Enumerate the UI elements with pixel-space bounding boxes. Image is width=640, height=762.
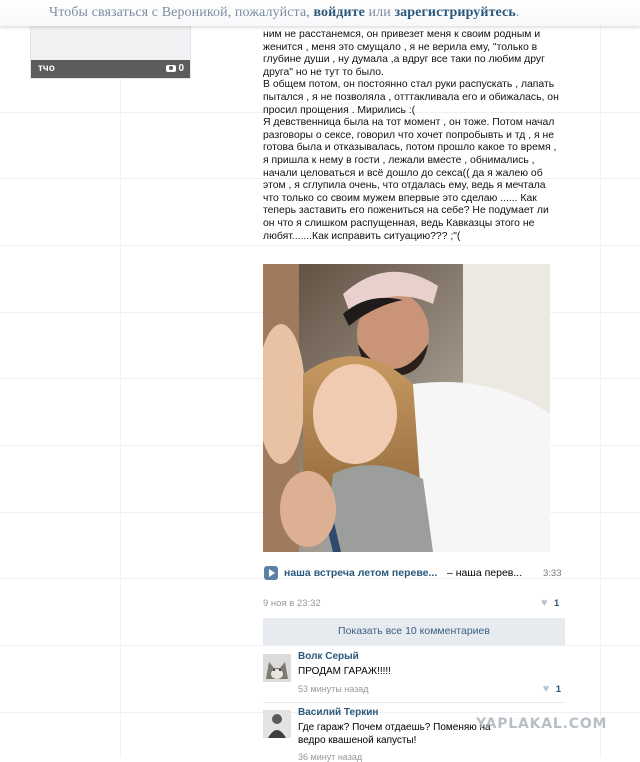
album-count: 0: [166, 60, 184, 78]
bg-rule: [120, 0, 121, 757]
banner-prefix: Чтобы связаться с Вероникой, пожалуйста,: [49, 5, 314, 20]
banner-suffix: .: [515, 5, 520, 20]
heart-icon: ♥: [542, 683, 550, 695]
login-link[interactable]: войдите: [313, 5, 364, 20]
post-date[interactable]: 9 ноя в 23:32: [263, 598, 321, 609]
post-text: ним не расстанемся, он привезет меня к с…: [263, 29, 563, 243]
comment-text: ПРОДАМ ГАРАЖ!!!!!: [298, 666, 391, 677]
selfie-photo: [263, 264, 550, 552]
audio-title[interactable]: наша встреча летом переве...: [284, 567, 437, 579]
comment-text: Где гараж? Почем отдаешь? Поменяю на вед…: [298, 722, 491, 746]
comment-time[interactable]: 36 минут назад: [298, 752, 362, 762]
heart-icon: ♥: [541, 597, 548, 609]
comment-author[interactable]: Волк Серый: [298, 651, 359, 662]
album-bar: тчо 0: [31, 60, 190, 78]
comment: Василий Теркин Где гараж? Почем отдаешь?…: [263, 707, 565, 762]
banner-middle: или: [364, 5, 395, 20]
like-count: 1: [554, 598, 560, 609]
avatar[interactable]: [263, 710, 291, 738]
audio-artist: – наша перев...: [447, 567, 523, 579]
comment-like-count: 1: [555, 684, 561, 695]
avatar[interactable]: [263, 654, 291, 682]
audio-track[interactable]: наша встреча летом переве... – наша пере…: [263, 565, 563, 581]
post-paragraph: Я девственница была на тот момент , он т…: [263, 117, 557, 242]
like-button[interactable]: ♥ 1: [541, 597, 560, 610]
wolf-avatar-icon: [263, 654, 291, 682]
register-link[interactable]: зарегистрируйтесь: [394, 5, 515, 20]
banner-text: Чтобы связаться с Вероникой, пожалуйста,…: [49, 1, 519, 25]
post-paragraph: В общем потом, он постоянно стал руки ра…: [263, 79, 559, 116]
comment: Волк Серый ПРОДАМ ГАРАЖ!!!!! 53 минуты н…: [263, 651, 565, 697]
show-all-comments-button[interactable]: Показать все 10 комментариев: [263, 618, 565, 645]
bg-rule: [600, 0, 601, 757]
soldier-avatar-icon: [263, 710, 291, 738]
album-name: тчо: [38, 63, 55, 74]
play-icon[interactable]: [264, 566, 278, 580]
comment-author[interactable]: Василий Теркин: [298, 707, 378, 718]
bg-rule: [0, 645, 640, 646]
post-photo[interactable]: [263, 264, 550, 552]
camera-icon: [166, 64, 177, 72]
comment-time[interactable]: 53 минуты назад: [298, 684, 369, 694]
post-paragraph: ним не расстанемся, он привезет меня к с…: [263, 29, 545, 78]
watermark: YAPLAKAL.COM: [476, 716, 608, 732]
album-count-value: 0: [178, 63, 184, 74]
login-banner: Чтобы связаться с Вероникой, пожалуйста,…: [0, 0, 640, 26]
comment-like-button[interactable]: ♥ 1: [542, 683, 561, 696]
audio-duration: 3:33: [543, 568, 562, 579]
bg-rule: [0, 245, 640, 246]
comment-divider: [263, 702, 565, 703]
